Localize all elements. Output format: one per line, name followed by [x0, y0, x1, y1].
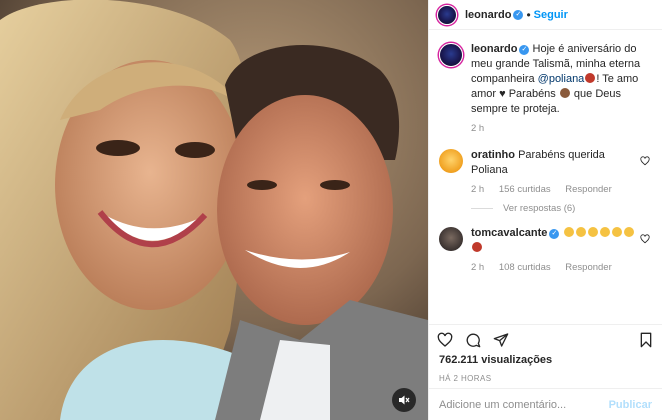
caption-text: leonardo ✓ Hoje é aniversário do meu gran…: [471, 42, 641, 117]
comment-row: oratinho Parabéns querida Poliana 2 h 15…: [439, 148, 652, 195]
mention-link[interactable]: @poliana: [538, 73, 585, 85]
mute-button[interactable]: [392, 388, 416, 412]
follow-button[interactable]: Seguir: [534, 9, 568, 21]
comment-likes[interactable]: 156 curtidas: [499, 184, 551, 195]
clap-emoji-icon: [599, 227, 610, 237]
comment-likes[interactable]: 108 curtidas: [499, 262, 551, 273]
clap-emoji-icon: [587, 227, 598, 237]
verified-icon: ✓: [513, 9, 524, 20]
post-sidebar: leonardo ✓ • Seguir leonardo ✓ Hoje é ani…: [428, 0, 662, 420]
comment-text: oratinho Parabéns querida Poliana: [471, 148, 641, 178]
caption-text-3: Parabéns: [505, 88, 559, 100]
heart-icon[interactable]: [640, 234, 650, 244]
view-count[interactable]: 762.211 visualizações: [429, 354, 662, 370]
heart-icon[interactable]: [640, 156, 650, 166]
heart-icon[interactable]: [437, 332, 453, 348]
clap-emoji-icon: [623, 227, 634, 237]
caption-time: 2 h: [471, 123, 485, 134]
comment-meta: 2 h 156 curtidas Responder: [471, 184, 641, 195]
clap-emoji-icon: [575, 227, 586, 237]
author-username[interactable]: leonardo: [465, 9, 511, 21]
replies-divider: [471, 208, 493, 209]
author-avatar[interactable]: [437, 4, 457, 25]
comment-row: tomcavalcante ✓ 2 h 108 curtidas Responde…: [439, 226, 652, 273]
add-comment-bar: Publicar: [429, 388, 662, 420]
clap-emoji-icon: [611, 227, 622, 237]
verified-icon: ✓: [519, 45, 530, 55]
mute-icon: [399, 395, 410, 405]
publish-button[interactable]: Publicar: [609, 399, 652, 411]
commenter-username[interactable]: tomcavalcante: [471, 227, 547, 239]
commenter-avatar[interactable]: [439, 149, 463, 173]
share-icon[interactable]: [493, 332, 509, 348]
comment-icon[interactable]: [465, 332, 481, 348]
comment-time: 2 h: [471, 184, 485, 195]
rose-emoji-icon: [585, 73, 596, 83]
commenter-avatar[interactable]: [439, 227, 463, 251]
comment-input[interactable]: [439, 398, 609, 411]
comments-list[interactable]: leonardo ✓ Hoje é aniversário do meu gran…: [429, 30, 662, 324]
caption-meta: 2 h: [471, 123, 641, 134]
reply-button[interactable]: Responder: [565, 262, 611, 273]
caption-username[interactable]: leonardo: [471, 43, 517, 55]
bookmark-icon[interactable]: [638, 332, 654, 348]
verified-icon: ✓: [549, 229, 560, 239]
separator-dot: •: [526, 7, 531, 22]
caption-row: leonardo ✓ Hoje é aniversário do meu gran…: [439, 42, 652, 134]
post-media[interactable]: [0, 0, 428, 420]
post-header: leonardo ✓ • Seguir: [429, 0, 662, 30]
clap-emoji-icon: [563, 227, 574, 237]
post-actions: [429, 324, 662, 354]
post-age: HÁ 2 HORAS: [439, 374, 492, 383]
instagram-post-view: leonardo ✓ • Seguir leonardo ✓ Hoje é ani…: [0, 0, 662, 420]
rose-emoji-icon: [472, 242, 482, 252]
comment-time: 2 h: [471, 262, 485, 273]
comment-text: tomcavalcante ✓: [471, 226, 641, 256]
view-replies-button[interactable]: Ver respostas (6): [471, 203, 652, 214]
cake-emoji-icon: [559, 88, 570, 98]
selfie-photo: [0, 0, 428, 420]
reply-button[interactable]: Responder: [565, 184, 611, 195]
comment-meta: 2 h 108 curtidas Responder: [471, 262, 641, 273]
view-replies-label[interactable]: Ver respostas (6): [503, 203, 575, 214]
caption-avatar[interactable]: [439, 43, 463, 67]
commenter-username[interactable]: oratinho: [471, 149, 515, 161]
